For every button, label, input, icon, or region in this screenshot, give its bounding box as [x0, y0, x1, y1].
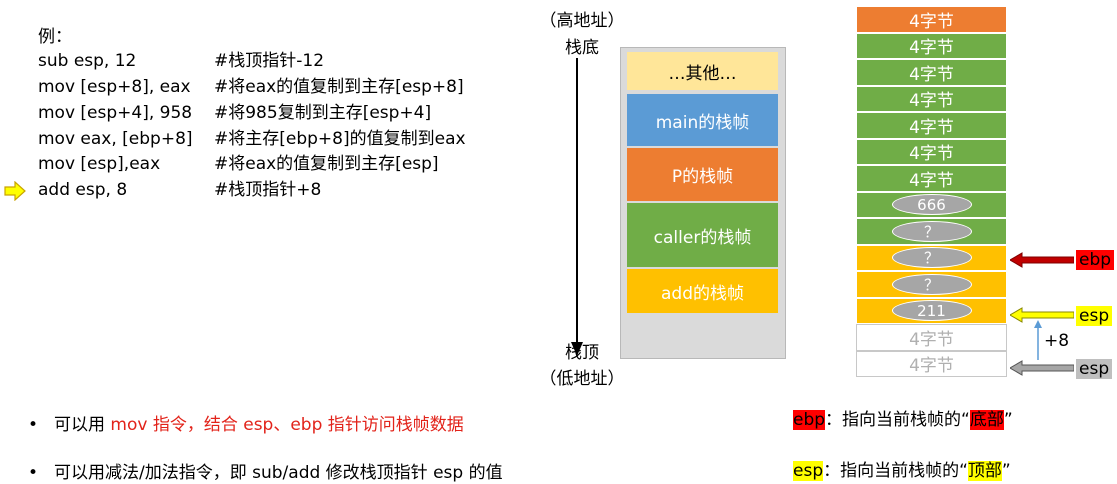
- current-line-arrow-icon: [4, 181, 26, 201]
- instruction-text: mov eax, [ebp+8]: [38, 129, 193, 149]
- cell-value: 666: [891, 194, 972, 216]
- esp-legend-highlight: 顶部: [967, 461, 1002, 481]
- comment-text: #栈顶指针+8: [214, 180, 322, 200]
- ebp-legend-text: ：指向当前栈帧的“: [825, 410, 970, 430]
- ebp-legend-tag: ebp: [793, 410, 826, 430]
- memory-cell: 4字节: [856, 165, 1007, 192]
- memory-cell: 4字节: [856, 59, 1007, 86]
- instruction-text: sub esp, 12: [38, 51, 137, 71]
- cell-value: ？: [891, 273, 972, 295]
- comment-text: #将eax的值复制到主存[esp]: [214, 154, 439, 174]
- memory-cell: 4字节: [856, 32, 1007, 59]
- esp-legend-tag: esp: [793, 461, 824, 481]
- high-address-label: （高地址）: [539, 11, 625, 31]
- memory-cell: 4字节: [856, 324, 1007, 351]
- cell-value: 211: [891, 300, 972, 322]
- old-esp-arrow-icon: [1010, 360, 1074, 376]
- old-esp-register-tag: esp: [1076, 359, 1113, 379]
- stack-frame-block: P的栈帧: [627, 148, 778, 201]
- esp-legend-close: ”: [1001, 461, 1011, 481]
- memory-cell: ？: [856, 218, 1007, 245]
- stack-frame-block: …其他…: [627, 52, 778, 90]
- memory-cell: 4字节: [856, 138, 1007, 165]
- esp-legend-text: ：指向当前栈帧的“: [823, 461, 968, 481]
- bullet-highlight: mov 指令，结合 esp、ebp 指针访问栈帧数据: [110, 415, 464, 435]
- instruction-text: mov [esp+8], eax: [38, 77, 191, 97]
- memory-cell: 211: [856, 297, 1007, 324]
- ebp-arrow-icon: [1010, 252, 1074, 268]
- comment-text: #将eax的值复制到主存[esp+8]: [214, 77, 464, 97]
- cell-value: ？: [891, 220, 972, 242]
- plus-eight-arrow-icon: [1034, 320, 1042, 360]
- example-label: 例：: [38, 27, 72, 47]
- ebp-legend-highlight: 底部: [969, 410, 1004, 430]
- cell-value: ？: [891, 247, 972, 269]
- esp-register-tag: esp: [1076, 306, 1113, 326]
- esp-legend: esp：指向当前栈帧的“顶部”: [793, 456, 1011, 481]
- bullet-sub-add: • 可以用减法/加法指令，即 sub/add 修改栈顶指针 esp 的值: [28, 463, 503, 483]
- instruction-text: add esp, 8: [38, 180, 128, 200]
- memory-cell: 4字节: [856, 112, 1007, 139]
- stack-frame-block: add的栈帧: [627, 269, 778, 313]
- ebp-legend-close: ”: [1003, 410, 1013, 430]
- bullet-text: 可以用减法/加法指令，即 sub/add 修改栈顶指针 esp 的值: [54, 463, 503, 483]
- bullet-text: 可以用: [54, 415, 111, 435]
- memory-cell: 4字节: [856, 350, 1007, 377]
- instruction-text: mov [esp+4], 958: [38, 103, 193, 123]
- comment-text: #将985复制到主存[esp+4]: [214, 103, 432, 123]
- offset-label: +8: [1044, 331, 1070, 351]
- memory-cell: 666: [856, 191, 1007, 218]
- ebp-register-tag: ebp: [1076, 250, 1115, 270]
- bullet-mov-access: • 可以用 mov 指令，结合 esp、ebp 指针访问栈帧数据: [28, 415, 464, 435]
- comment-text: #将主存[ebp+8]的值复制到eax: [214, 129, 466, 149]
- stack-frame-block: caller的栈帧: [627, 203, 778, 267]
- growth-direction-arrow-icon: [571, 58, 583, 356]
- stack-frame-block: main的栈帧: [627, 94, 778, 146]
- instruction-text: mov [esp],eax: [38, 154, 161, 174]
- low-address-label: （低地址）: [539, 369, 625, 389]
- memory-cell: ？: [856, 271, 1007, 298]
- ebp-legend: ebp：指向当前栈帧的“底部”: [793, 405, 1013, 430]
- memory-cell: 4字节: [856, 6, 1007, 33]
- memory-cell: 4字节: [856, 85, 1007, 112]
- memory-cell: ？: [856, 244, 1007, 271]
- comment-text: #栈顶指针-12: [214, 51, 325, 71]
